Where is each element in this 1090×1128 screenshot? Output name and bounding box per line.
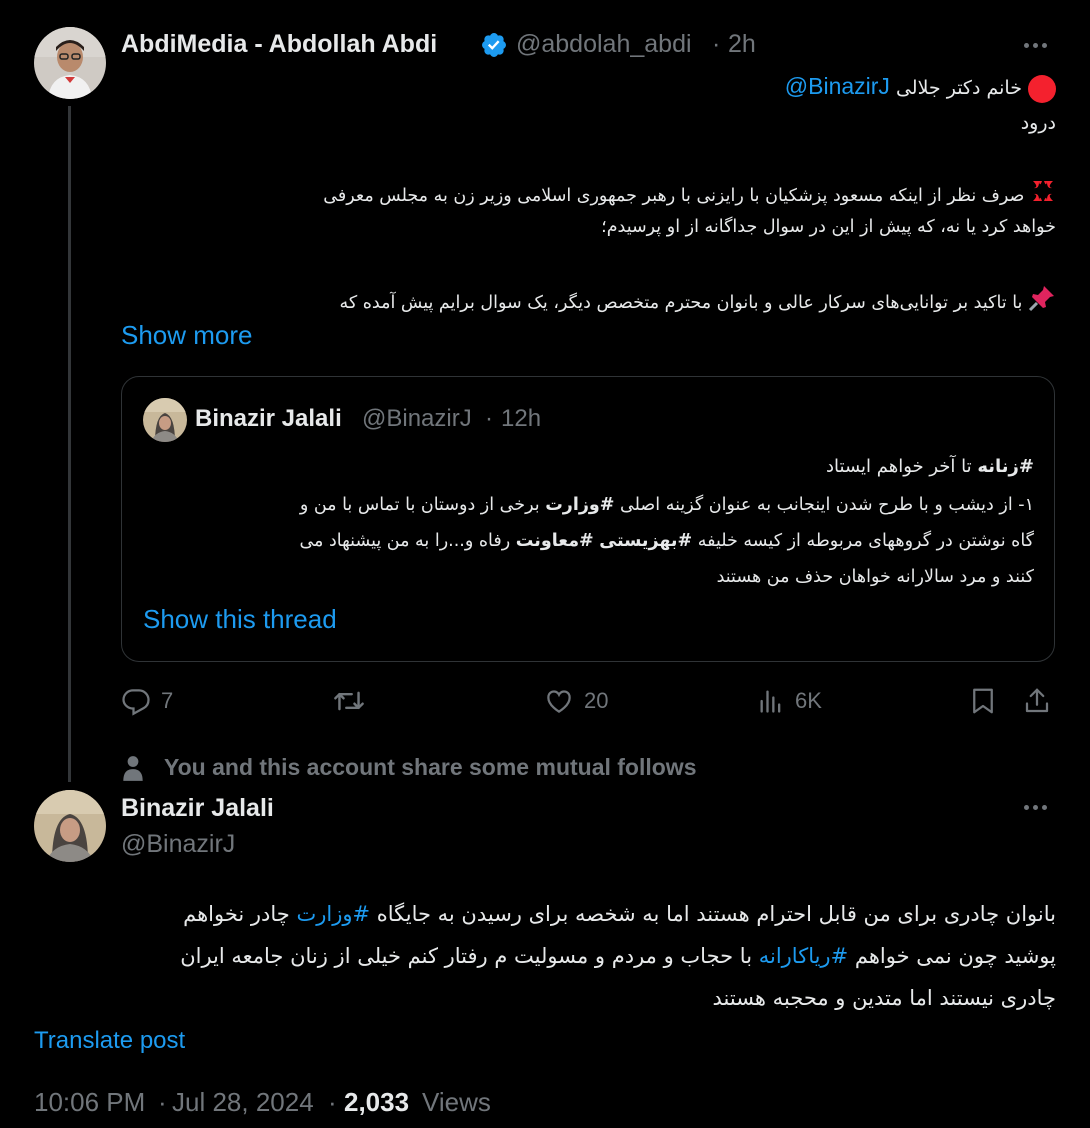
red-circle-icon bbox=[1028, 74, 1056, 103]
quoted-line-4: کنند و مرد سالارانه خواهان حذف من هستند bbox=[716, 567, 1034, 587]
show-more-link[interactable]: Show more bbox=[121, 320, 253, 351]
hashtag[interactable]: #وزارت bbox=[545, 495, 614, 515]
hashtag[interactable]: #معاونت bbox=[516, 531, 594, 551]
share-icon bbox=[1022, 686, 1052, 716]
tweet-time[interactable]: 2h bbox=[728, 30, 756, 59]
like-icon bbox=[544, 686, 574, 716]
tweet-line-1: خانم دکتر جلالی @BinazirJ bbox=[785, 70, 1056, 104]
hashtag-link[interactable]: #ریاکارانه bbox=[759, 944, 848, 968]
more-icon[interactable] bbox=[1024, 43, 1047, 48]
reply-line-1: بانوان چادری برای من قابل احترام هستند ا… bbox=[183, 902, 1056, 926]
hashtag-link[interactable]: #وزارت bbox=[296, 902, 370, 926]
pushpin-icon bbox=[1028, 284, 1056, 322]
quoted-line-2: ۱- از دیشب و با طرح شدن اینجانب به عنوان… bbox=[299, 495, 1034, 515]
bookmark-button[interactable] bbox=[968, 686, 998, 716]
quoted-author-name[interactable]: Binazir Jalali bbox=[195, 405, 342, 433]
hashtag[interactable]: #زنانه bbox=[977, 456, 1034, 477]
thread-line bbox=[68, 106, 71, 782]
post-time[interactable]: 10:06 PM bbox=[34, 1087, 145, 1118]
reply-line-3: چادری نیستند اما متدین و محجبه هستند bbox=[712, 986, 1057, 1010]
hashtag[interactable]: #بهزیستی bbox=[599, 531, 692, 551]
quoted-author-handle[interactable]: @BinazirJ bbox=[362, 405, 472, 433]
retweet-icon bbox=[332, 686, 366, 716]
author-handle[interactable]: @abdolah_abdi bbox=[516, 30, 692, 59]
meta-separator-1: · bbox=[158, 1087, 167, 1117]
quoted-separator-dot: · bbox=[485, 405, 493, 432]
tweet-line-3: صرف نظر از اینکه مسعود پزشکیان با رایزنی… bbox=[323, 178, 1056, 214]
quoted-line-3: گاه نوشتن در گروههای مربوطه از کیسه خلیف… bbox=[299, 531, 1034, 551]
separator-dot: · bbox=[712, 30, 721, 58]
avatar-binazir-small[interactable] bbox=[143, 398, 187, 442]
reply-button[interactable]: 7 bbox=[121, 686, 173, 716]
reply-author-handle[interactable]: @BinazirJ bbox=[121, 830, 235, 859]
verified-badge-icon bbox=[480, 31, 508, 63]
reply-line-2: پوشید چون نمی خواهم #ریاکارانه با حجاب و… bbox=[180, 944, 1056, 968]
like-button[interactable]: 20 bbox=[544, 686, 608, 716]
views-button[interactable]: 6K bbox=[757, 686, 822, 716]
quoted-tweet-time[interactable]: 12h bbox=[501, 405, 541, 433]
author-name[interactable]: AbdiMedia - Abdollah Abdi bbox=[121, 30, 437, 59]
show-thread-link[interactable]: Show this thread bbox=[143, 604, 337, 635]
person-icon bbox=[120, 754, 146, 786]
reply-icon bbox=[121, 686, 151, 716]
quoted-line-1: #زنانه تا آخر خواهم ایستاد bbox=[826, 456, 1034, 477]
translate-post-link[interactable]: Translate post bbox=[34, 1027, 185, 1055]
views-count: 2,033 bbox=[344, 1087, 410, 1117]
reply-author-name[interactable]: Binazir Jalali bbox=[121, 794, 274, 823]
avatar-binazir[interactable] bbox=[34, 790, 106, 862]
tweet-line-5: با تاکید بر توانایی‌های سرکار عالی و بان… bbox=[339, 284, 1056, 322]
avatar-abdi[interactable] bbox=[34, 27, 106, 99]
mutual-follows-text: You and this account share some mutual f… bbox=[164, 754, 697, 780]
mention-link[interactable]: @BinazirJ bbox=[785, 73, 890, 99]
anger-icon bbox=[1030, 178, 1056, 214]
post-date[interactable]: Jul 28, 2024 bbox=[172, 1087, 314, 1118]
bookmark-icon bbox=[968, 686, 998, 716]
share-button[interactable] bbox=[1022, 686, 1052, 716]
tweet-line-4: خواهد کرد یا نه، که پیش از این در سوال ج… bbox=[601, 217, 1056, 237]
retweet-button[interactable] bbox=[332, 686, 366, 716]
tweet-line-2: درود bbox=[1020, 112, 1056, 134]
views-icon bbox=[757, 686, 785, 716]
views-label: Views bbox=[422, 1087, 491, 1117]
reply-more-icon[interactable] bbox=[1024, 805, 1047, 810]
meta-separator-2: · bbox=[328, 1087, 337, 1117]
